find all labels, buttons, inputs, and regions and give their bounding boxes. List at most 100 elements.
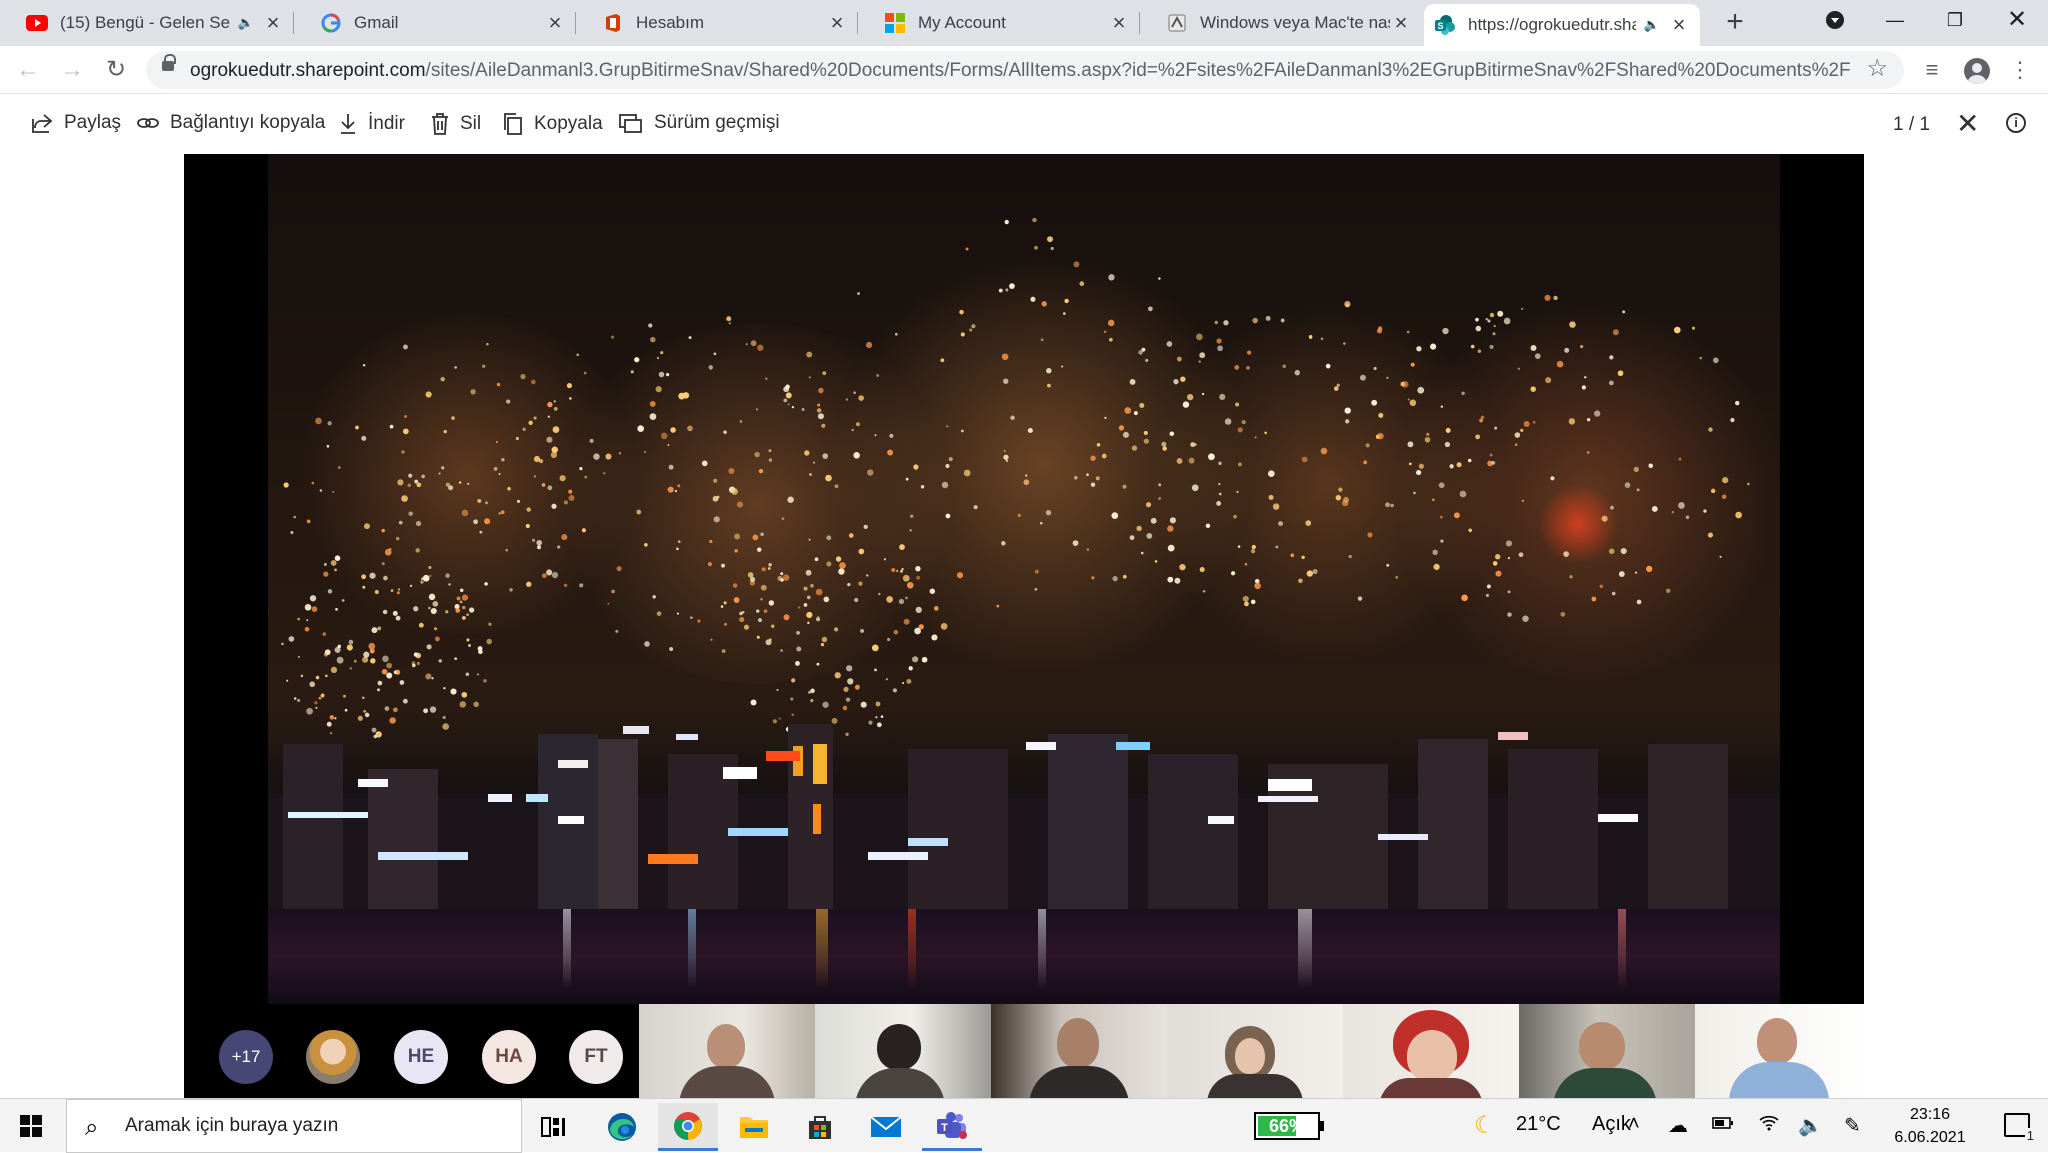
firework-spark bbox=[1219, 393, 1226, 400]
download-button[interactable]: İndir bbox=[338, 112, 405, 136]
media-viewer[interactable]: +17 HE HA FT bbox=[184, 154, 1864, 1098]
firework-spark bbox=[1409, 399, 1417, 407]
close-tab-icon[interactable]: × bbox=[544, 12, 566, 34]
close-tab-icon[interactable]: × bbox=[262, 12, 284, 34]
participants-overflow-badge[interactable]: +17 bbox=[219, 1030, 273, 1084]
firework-spark bbox=[908, 666, 913, 671]
tab-windows-mac[interactable]: Windows veya Mac'te nasıl × bbox=[1140, 0, 1422, 46]
firework-spark bbox=[1560, 611, 1566, 617]
copy-button[interactable]: Kopyala bbox=[502, 112, 603, 136]
firework-spark bbox=[707, 562, 712, 567]
tab-hesabim[interactable]: Hesabım × bbox=[576, 0, 858, 46]
info-icon[interactable]: i bbox=[2006, 113, 2026, 133]
weather-temperature[interactable]: 21°C bbox=[1516, 1113, 1561, 1136]
firework-spark bbox=[1298, 578, 1303, 583]
close-icon[interactable]: ✕ bbox=[1956, 107, 1979, 140]
firework-spark bbox=[1090, 455, 1096, 461]
participant-video-tile[interactable] bbox=[815, 1004, 991, 1098]
delete-button[interactable]: Sil bbox=[430, 112, 481, 136]
tab-sharepoint[interactable]: S https://ogrokuedutr.sha 🔈 × bbox=[1424, 4, 1700, 46]
firework-spark bbox=[676, 547, 679, 551]
back-icon[interactable]: ← bbox=[12, 54, 44, 86]
weather-condition[interactable]: Açık bbox=[1592, 1113, 1631, 1136]
firework-spark bbox=[1034, 587, 1038, 591]
firework-spark bbox=[1401, 381, 1409, 388]
battery-tray-icon[interactable] bbox=[1712, 1113, 1734, 1136]
weather-moon-icon[interactable]: ☾ bbox=[1474, 1111, 1496, 1140]
participant-video-tile[interactable] bbox=[1343, 1004, 1519, 1098]
firework-spark bbox=[933, 606, 939, 611]
pen-icon[interactable]: ✎ bbox=[1844, 1113, 1861, 1138]
participant-video-tile[interactable] bbox=[1519, 1004, 1695, 1098]
taskbar-search-box[interactable]: ⌕ Aramak için buraya yazın bbox=[66, 1099, 522, 1153]
firework-spark bbox=[720, 605, 724, 608]
new-tab-button[interactable]: + bbox=[1718, 6, 1752, 40]
participant-video-tile[interactable] bbox=[1695, 1004, 1864, 1098]
firework-spark bbox=[413, 606, 419, 612]
speaker-icon[interactable]: 🔈 bbox=[1644, 17, 1660, 33]
close-tab-icon[interactable]: × bbox=[1390, 12, 1412, 34]
minimize-button[interactable]: — bbox=[1866, 0, 1924, 40]
firework-spark bbox=[434, 636, 440, 642]
tab-youtube[interactable]: (15) Bengü - Gelen Sen 🔈 × bbox=[0, 0, 294, 46]
firework-spark bbox=[384, 706, 390, 711]
participant-video-tile[interactable] bbox=[991, 1004, 1167, 1098]
participant-initials-ft[interactable]: FT bbox=[569, 1030, 623, 1084]
share-button[interactable]: Paylaş bbox=[30, 112, 121, 134]
address-bar[interactable]: ogrokuedutr.sharepoint.com/sites/AileDan… bbox=[146, 51, 1904, 89]
firework-spark bbox=[1218, 492, 1222, 496]
firework-spark bbox=[1205, 523, 1211, 529]
speaker-icon[interactable]: 🔈 bbox=[238, 15, 254, 31]
teams-icon[interactable]: T bbox=[922, 1103, 982, 1151]
firework-spark bbox=[1254, 582, 1261, 590]
firework-spark bbox=[1023, 479, 1030, 486]
tab-my-account[interactable]: My Account × bbox=[858, 0, 1140, 46]
close-window-button[interactable]: ✕ bbox=[1988, 0, 2046, 40]
restore-button[interactable]: ❐ bbox=[1926, 0, 1984, 40]
wifi-icon[interactable] bbox=[1758, 1113, 1780, 1137]
copy-link-button[interactable]: Bağlantıyı kopyala bbox=[136, 112, 325, 134]
reading-list-icon[interactable]: ≡ bbox=[1916, 54, 1948, 86]
tab-gmail[interactable]: Gmail × bbox=[294, 0, 576, 46]
firework-spark bbox=[1459, 490, 1467, 498]
firework-spark bbox=[1563, 551, 1570, 557]
bookmark-star-icon[interactable]: ☆ bbox=[1866, 54, 1888, 83]
task-view-icon[interactable] bbox=[524, 1103, 584, 1151]
firework-spark bbox=[374, 589, 379, 595]
participant-initials-he[interactable]: HE bbox=[394, 1030, 448, 1084]
url-text[interactable]: ogrokuedutr.sharepoint.com/sites/AileDan… bbox=[190, 60, 1850, 82]
lock-icon[interactable] bbox=[162, 54, 176, 71]
firework-spark bbox=[889, 433, 894, 438]
firework-spark bbox=[615, 629, 619, 633]
participant-video-tile[interactable] bbox=[639, 1004, 815, 1098]
tab-search-button[interactable] bbox=[1806, 0, 1864, 40]
taskbar-clock[interactable]: 23:16 6.06.2021 bbox=[1880, 1103, 1980, 1149]
chrome-icon[interactable] bbox=[658, 1103, 718, 1151]
store-icon[interactable] bbox=[790, 1103, 850, 1151]
participant-video-tile[interactable] bbox=[1167, 1004, 1343, 1098]
participant-initials-ha[interactable]: HA bbox=[482, 1030, 536, 1084]
file-explorer-icon[interactable] bbox=[724, 1103, 784, 1151]
close-tab-icon[interactable]: × bbox=[826, 12, 848, 34]
notification-center-icon[interactable]: 1 bbox=[2004, 1113, 2036, 1143]
volume-icon[interactable]: 🔈 bbox=[1798, 1113, 1823, 1138]
show-hidden-icons-chevron-icon[interactable]: ˄ bbox=[1628, 1113, 1640, 1136]
onedrive-cloud-icon[interactable]: ☁ bbox=[1668, 1113, 1688, 1138]
firework-spark bbox=[547, 415, 551, 418]
firework-spark bbox=[670, 427, 676, 433]
participant-avatar[interactable] bbox=[306, 1030, 360, 1084]
mail-icon[interactable] bbox=[856, 1103, 916, 1151]
battery-indicator[interactable]: 66% bbox=[1254, 1112, 1324, 1140]
close-tab-icon[interactable]: × bbox=[1108, 12, 1130, 34]
reload-icon[interactable]: ↻ bbox=[100, 54, 132, 86]
close-tab-icon[interactable]: × bbox=[1668, 14, 1690, 36]
menu-kebab-icon[interactable]: ⋮ bbox=[2004, 54, 2036, 86]
windows-start-icon[interactable] bbox=[20, 1115, 42, 1137]
firework-spark bbox=[1707, 532, 1714, 538]
firework-spark bbox=[404, 415, 407, 418]
firework-spark bbox=[505, 548, 509, 552]
forward-icon[interactable]: → bbox=[56, 54, 88, 86]
version-history-button[interactable]: Sürüm geçmişi bbox=[618, 112, 780, 134]
profile-avatar[interactable] bbox=[1964, 58, 1990, 84]
edge-icon[interactable] bbox=[592, 1103, 652, 1151]
